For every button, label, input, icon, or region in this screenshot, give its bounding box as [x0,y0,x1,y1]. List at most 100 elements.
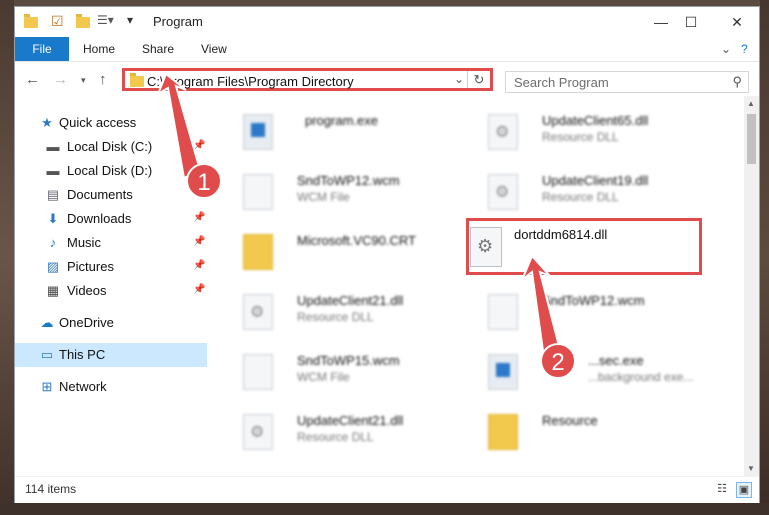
sidebar-item-label: Documents [67,187,133,202]
sidebar-item-videos[interactable]: ▦ Videos 📌 [15,280,207,302]
file-type: Resource DLL [297,310,374,324]
tab-view[interactable]: View [201,42,227,56]
file-type: Resource DLL [542,190,619,204]
star-icon: ★ [41,115,53,130]
wcm-file-icon [243,174,273,210]
computer-icon: ▭ [40,347,54,362]
file-item[interactable]: UpdateClient65.dll Resource DLL [478,106,703,156]
address-dropdown-icon[interactable]: ⌄ [454,72,464,86]
maximize-button[interactable]: ☐ [677,11,705,33]
dll-file-icon [243,414,273,450]
sidebar-item-music[interactable]: ♪ Music 📌 [15,232,207,254]
file-item[interactable]: UpdateClient19.dll Resource DLL [478,166,703,216]
expand-ribbon-icon[interactable]: ⌄ [721,42,731,56]
annotation-badge-1: 1 [186,163,222,199]
file-name: UpdateClient21.dll [297,293,404,308]
file-name: Resource [542,413,598,428]
file-item[interactable]: ...sec.exe ...background exe... [478,346,703,396]
toolbar-chevron-icon[interactable]: ▾ [127,13,143,29]
file-item[interactable]: SndToWP12.wcm WCM File [233,166,458,216]
address-bar[interactable]: C:\Program Files\Program Directory ⌄ ↻ [122,68,493,91]
close-button[interactable]: ✕ [723,11,751,33]
scroll-down-icon[interactable]: ▼ [747,464,755,473]
file-item[interactable]: SndToWP12.wcm [478,286,703,336]
sidebar-item-pictures[interactable]: ▨ Pictures 📌 [15,256,207,278]
file-item[interactable]: UpdateClient21.dll Resource DLL [233,286,458,336]
sidebar-item-this-pc[interactable]: ▭ This PC [15,343,207,367]
new-folder-icon[interactable] [75,13,91,29]
item-count: 114 items [25,482,77,496]
sidebar-item-label: OneDrive [59,315,114,330]
tab-share[interactable]: Share [142,42,174,56]
file-name: program.exe [305,113,378,128]
refresh-icon[interactable]: ↻ [467,71,490,88]
file-item[interactable]: Resource [478,406,703,456]
sidebar-item-network[interactable]: ⊞ Network [15,376,207,398]
dll-file-icon [488,174,518,210]
dll-file-icon [243,294,273,330]
desktop-background-right [760,0,769,515]
drive-icon: ▬ [46,163,60,178]
file-name: SndToWP12.wcm [297,173,400,188]
file-type: Resource DLL [542,130,619,144]
cloud-icon: ☁ [40,315,54,330]
desktop-background-bottom [0,503,769,515]
search-input[interactable]: Search Program ⚲ [505,71,749,93]
folder-icon [130,73,144,87]
sidebar-item-label: This PC [59,347,106,362]
status-bar: 114 items ☷ ▣ [15,476,759,503]
tab-file[interactable]: File [15,37,69,61]
dll-file-icon [470,227,502,267]
sidebar-item-onedrive[interactable]: ☁ OneDrive [15,312,207,334]
recent-locations-chevron-icon[interactable]: ▾ [81,75,86,86]
sidebar-item-documents[interactable]: ▤ Documents [15,184,207,206]
sidebar-item-quick-access[interactable]: ★ Quick access [15,112,207,134]
properties-icon[interactable]: ☑ [51,13,67,29]
exe-file-icon [488,354,518,390]
network-icon: ⊞ [41,379,53,394]
annotation-badge-2: 2 [540,343,576,379]
forward-arrow-icon[interactable]: → [53,71,68,88]
exe-file-icon [243,114,273,150]
large-icons-view-icon[interactable]: ▣ [736,482,752,498]
folder-icon [243,234,273,270]
pin-icon: 📌 [193,284,206,295]
videos-icon: ▦ [46,283,60,298]
file-list: program.exe UpdateClient65.dll Resource … [208,96,743,476]
ribbon-tabs: File Home Share View ⌄ ? [15,37,759,62]
pin-icon: 📌 [193,140,206,151]
sidebar-item-label: Videos [67,283,107,298]
file-item[interactable]: Microsoft.VC90.CRT [233,226,458,276]
up-arrow-icon[interactable]: ↑ [99,71,107,88]
minimize-button[interactable]: — [647,11,675,33]
search-icon[interactable]: ⚲ [732,74,742,90]
sidebar-item-label: Pictures [67,259,114,274]
back-arrow-icon[interactable]: ← [25,71,40,88]
scroll-thumb[interactable] [747,114,756,164]
file-item[interactable]: UpdateClient21.dll Resource DLL [233,406,458,456]
file-type: WCM File [297,190,350,204]
file-name: ...sec.exe [588,353,644,368]
folder-icon [23,13,39,29]
sidebar-item-label: Downloads [67,211,132,226]
drive-icon: ▬ [46,139,60,154]
file-item[interactable]: SndToWP15.wcm WCM File [233,346,458,396]
sidebar-item-label: Music [67,235,101,250]
scroll-up-icon[interactable]: ▲ [747,99,755,108]
sidebar-item-label: Local Disk (D:) [67,163,153,178]
customize-toolbar-icon[interactable]: ☰▾ [97,13,114,29]
file-item[interactable]: program.exe [233,106,458,156]
help-icon[interactable]: ? [741,42,748,56]
desktop-background-left [0,0,14,515]
details-view-icon[interactable]: ☷ [715,482,729,496]
sidebar-item-local-disk-c[interactable]: ▬ Local Disk (C:) 📌 [15,136,207,158]
sidebar-item-local-disk-d[interactable]: ▬ Local Disk (D:) [15,160,207,182]
tab-home[interactable]: Home [83,42,115,56]
search-placeholder: Search Program [514,75,609,90]
file-name: UpdateClient19.dll [542,173,649,188]
navigation-pane: ★ Quick access ▬ Local Disk (C:) 📌 ▬ Loc… [15,96,208,476]
sidebar-item-downloads[interactable]: ⬇ Downloads 📌 [15,208,207,230]
file-type: ...background exe... [588,370,694,384]
vertical-scrollbar[interactable]: ▲ ▼ [744,96,759,476]
folder-icon [488,414,518,450]
